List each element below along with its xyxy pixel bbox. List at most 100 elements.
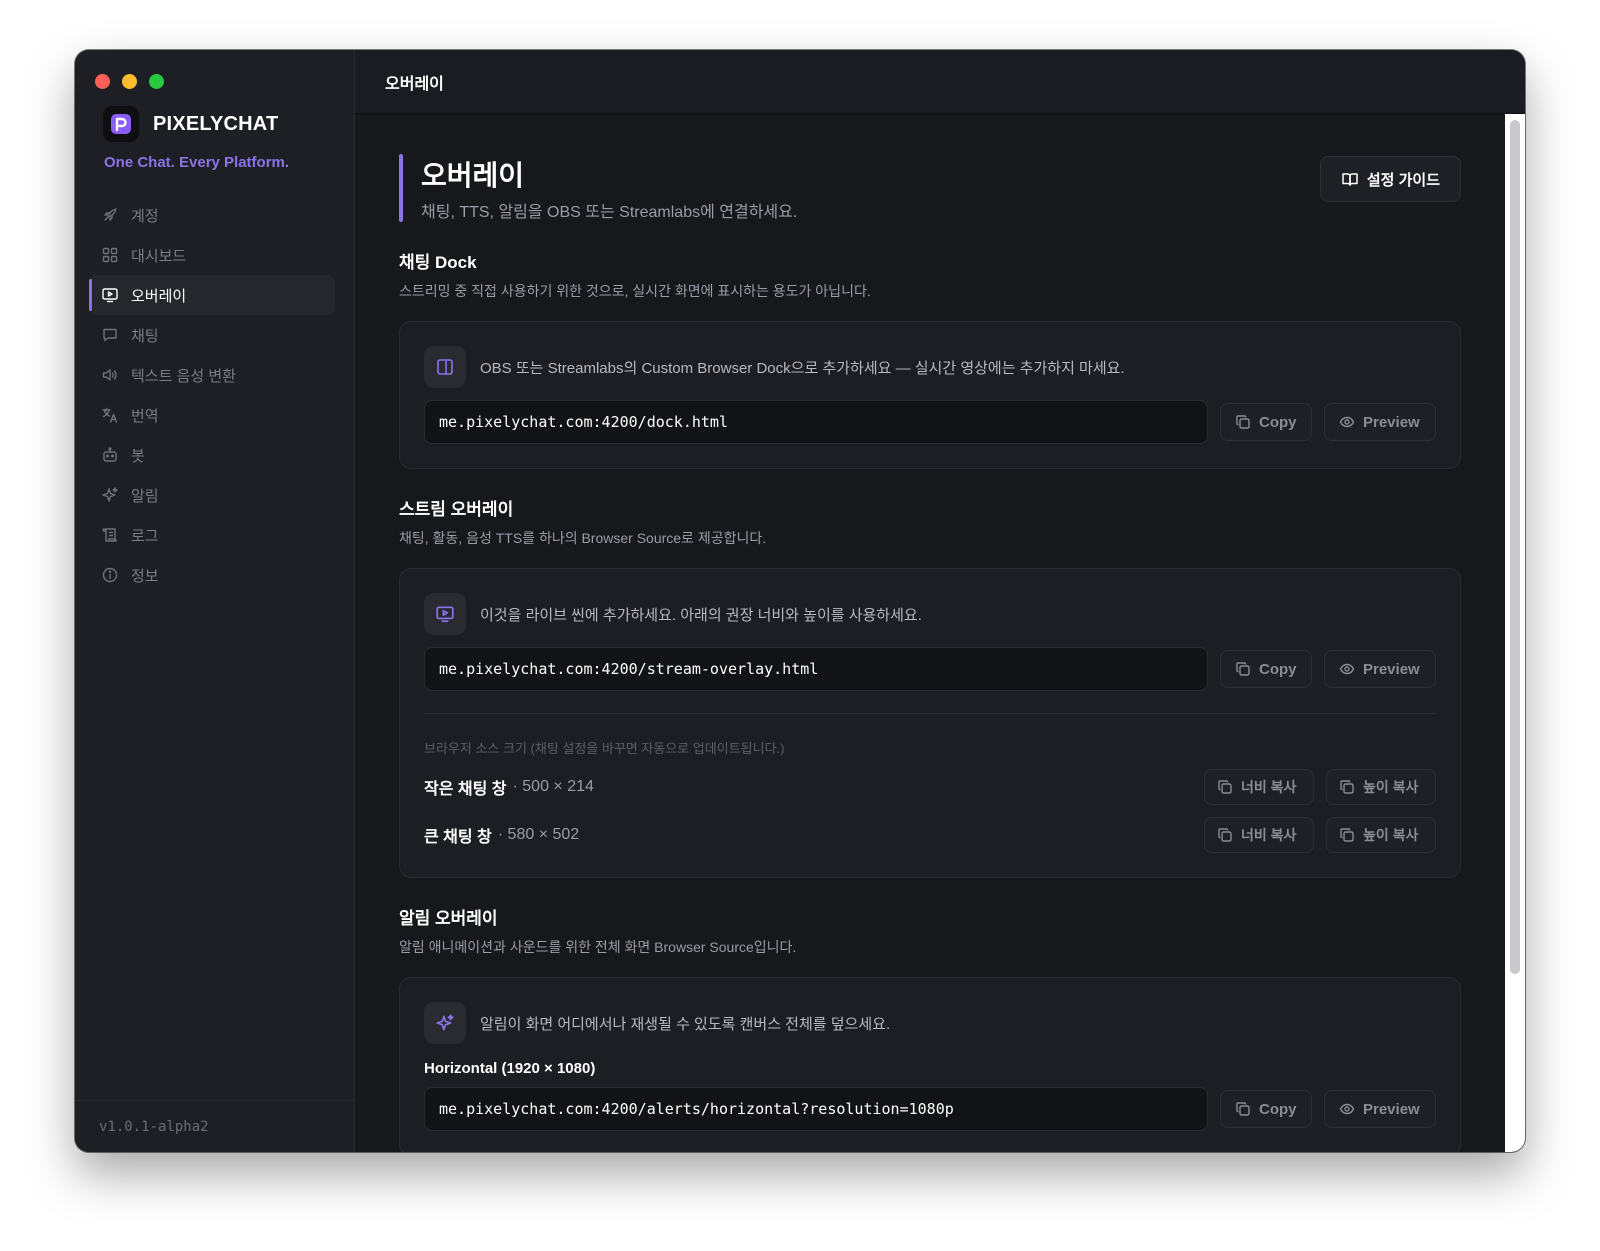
sidebar-nav: 계정 대시보드 오버레이 채팅 텍스트 음성 변환 번역 봇 알림 로그 정보: [89, 195, 335, 595]
dock-copy-button[interactable]: Copy: [1220, 403, 1312, 441]
sparkle-icon: [102, 487, 118, 502]
sidebar-item-label: 계정: [131, 207, 159, 225]
sidebar-item-label: 알림: [131, 487, 159, 505]
stream-section-subtitle: 채팅, 활동, 음성 TTS를 하나의 Browser Source로 제공합니…: [399, 530, 767, 546]
rocket-icon: [104, 208, 117, 221]
copy-icon: [1218, 780, 1232, 794]
resolution-label: Horizontal (1920 × 1080): [424, 1060, 596, 1077]
main-panel: 오버레이 오버레이 채팅, TTS, 알림을 OBS 또는 Streamlabs…: [355, 50, 1525, 1152]
dock-url-field[interactable]: me.pixelychat.com:4200/dock.html: [424, 400, 1208, 444]
alerts-url-row: me.pixelychat.com:4200/alerts/horizontal…: [424, 1087, 1436, 1131]
copy-width-label: 너비 복사: [1241, 827, 1297, 843]
stream-section-title: 스트림 오버레이: [399, 500, 514, 519]
page-header: 오버레이 채팅, TTS, 알림을 OBS 또는 Streamlabs에 연결하…: [399, 154, 1461, 222]
dock-info: OBS 또는 Streamlabs의 Custom Browser Dock으로…: [424, 346, 1436, 388]
copy-width-button-small[interactable]: 너비 복사: [1204, 769, 1314, 805]
copy-label: Copy: [1259, 413, 1297, 431]
dock-url-row: me.pixelychat.com:4200/dock.html Copy Pr…: [424, 400, 1436, 444]
sidebar-item-label: 번역: [131, 407, 159, 425]
alerts-preview-button[interactable]: Preview: [1324, 1090, 1436, 1128]
sidebar-item-label: 정보: [131, 567, 159, 585]
copy-width-button-large[interactable]: 너비 복사: [1204, 817, 1314, 853]
preview-label: Preview: [1363, 413, 1420, 431]
copy-label: Copy: [1259, 660, 1297, 678]
alerts-url-field[interactable]: me.pixelychat.com:4200/alerts/horizontal…: [424, 1087, 1208, 1131]
sidebar-item-bot[interactable]: 봇: [89, 435, 335, 475]
sidebar-item-dashboard[interactable]: 대시보드: [89, 235, 335, 275]
copy-width-label: 너비 복사: [1241, 779, 1297, 795]
translate-icon: [102, 407, 118, 423]
alerts-card: 알림이 화면 어디에서나 재생될 수 있도록 캔버스 전체를 덮으세요. Hor…: [399, 977, 1461, 1152]
alerts-copy-button[interactable]: Copy: [1220, 1090, 1312, 1128]
maximize-window-button[interactable]: [149, 74, 164, 89]
copy-icon: [1340, 780, 1354, 794]
page-title: 오버레이: [421, 160, 525, 191]
dock-section-title: 채팅 Dock: [399, 253, 477, 272]
dock-card: OBS 또는 Streamlabs의 Custom Browser Dock으로…: [399, 321, 1461, 469]
preview-label: Preview: [1363, 1100, 1420, 1118]
sidebar-item-label: 로그: [131, 527, 159, 545]
brand: PIXELYCHAT: [103, 106, 278, 142]
stream-url-row: me.pixelychat.com:4200/stream-overlay.ht…: [424, 647, 1436, 691]
divider: [424, 713, 1436, 714]
size-row-small: 작은 채팅 창 · 500 × 214 너비 복사 높이 복사: [424, 769, 1436, 805]
alerts-info-text: 알림이 화면 어디에서나 재생될 수 있도록 캔버스 전체를 덮으세요.: [480, 1015, 891, 1033]
eye-icon: [1339, 416, 1355, 428]
alerts-info: 알림이 화면 어디에서나 재생될 수 있도록 캔버스 전체를 덮으세요.: [424, 1002, 1436, 1044]
copy-label: Copy: [1259, 1100, 1297, 1118]
copy-icon: [1236, 415, 1250, 429]
close-window-button[interactable]: [95, 74, 110, 89]
size-label: 큰 채팅 창: [424, 829, 492, 846]
copy-height-label: 높이 복사: [1363, 827, 1419, 843]
stream-copy-button[interactable]: Copy: [1220, 650, 1312, 688]
alerts-section-subtitle: 알림 애니메이션과 사운드를 위한 전체 화면 Browser Source입니…: [399, 939, 797, 955]
sidebar-item-account[interactable]: 계정: [89, 195, 335, 235]
copy-icon: [1236, 1102, 1250, 1116]
sidebar-item-info[interactable]: 정보: [89, 555, 335, 595]
sidebar-item-label: 봇: [131, 447, 145, 465]
sidebar-panel-icon: [424, 346, 466, 388]
sidebar-item-translate[interactable]: 번역: [89, 395, 335, 435]
sidebar-item-logs[interactable]: 로그: [89, 515, 335, 555]
sidebar-item-tts[interactable]: 텍스트 음성 변환: [89, 355, 335, 395]
copy-height-button-large[interactable]: 높이 복사: [1326, 817, 1436, 853]
scrollbar[interactable]: [1505, 114, 1525, 1152]
alerts-section-title: 알림 오버레이: [399, 909, 498, 928]
speaker-icon: [102, 369, 117, 381]
scrollbar-thumb[interactable]: [1510, 120, 1520, 974]
sidebar-item-alerts[interactable]: 알림: [89, 475, 335, 515]
dock-info-text: OBS 또는 Streamlabs의 Custom Browser Dock으로…: [480, 359, 1125, 377]
chat-bubble-icon: [103, 328, 117, 342]
sidebar-item-chat[interactable]: 채팅: [89, 315, 335, 355]
minimize-window-button[interactable]: [122, 74, 137, 89]
sidebar-item-label: 텍스트 음성 변환: [131, 367, 236, 385]
stream-preview-button[interactable]: Preview: [1324, 650, 1436, 688]
sidebar-item-overlay[interactable]: 오버레이: [89, 275, 335, 315]
stream-url-field[interactable]: me.pixelychat.com:4200/stream-overlay.ht…: [424, 647, 1208, 691]
brand-tagline: One Chat. Every Platform.: [104, 154, 290, 171]
sidebar-item-label: 채팅: [131, 327, 159, 345]
monitor-play-icon: [102, 288, 118, 303]
pixelychat-logo-icon: [103, 106, 139, 142]
size-dims: · 580 × 502: [497, 826, 580, 843]
copy-icon: [1236, 662, 1250, 676]
scroll-icon: [102, 528, 117, 542]
copy-height-label: 높이 복사: [1363, 779, 1419, 795]
copy-icon: [1340, 828, 1354, 842]
stream-info: 이것을 라이브 씬에 추가하세요. 아래의 권장 너비와 높이를 사용하세요.: [424, 593, 1436, 635]
title-accent-bar: [399, 154, 403, 222]
copy-height-button-small[interactable]: 높이 복사: [1326, 769, 1436, 805]
brand-name: PIXELYCHAT: [153, 112, 279, 135]
sidebar: PIXELYCHAT One Chat. Every Platform. 계정 …: [75, 50, 355, 1152]
sidebar-item-label: 대시보드: [131, 247, 187, 265]
monitor-play-icon: [424, 593, 466, 635]
eye-icon: [1339, 663, 1355, 675]
size-row-large: 큰 채팅 창 · 580 × 502 너비 복사 높이 복사: [424, 817, 1436, 853]
grid-icon: [102, 247, 118, 263]
sparkle-icon: [424, 1002, 466, 1044]
app-window: PIXELYCHAT One Chat. Every Platform. 계정 …: [75, 50, 1525, 1152]
setup-guide-button[interactable]: 설정 가이드: [1319, 156, 1461, 202]
content-scroll-area[interactable]: 오버레이 채팅, TTS, 알림을 OBS 또는 Streamlabs에 연결하…: [355, 114, 1505, 1152]
dock-preview-button[interactable]: Preview: [1324, 403, 1436, 441]
page-subtitle: 채팅, TTS, 알림을 OBS 또는 Streamlabs에 연결하세요.: [421, 204, 798, 221]
